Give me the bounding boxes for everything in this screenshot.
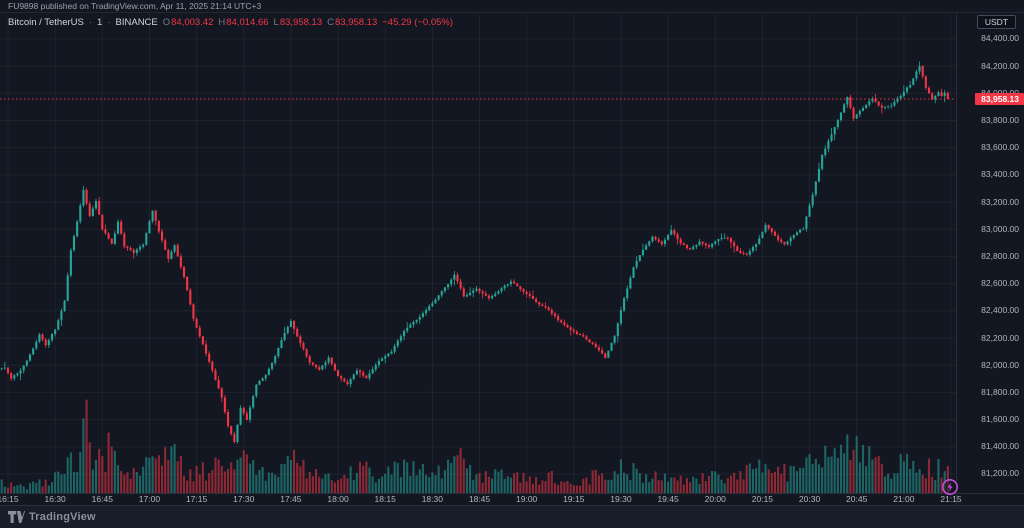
time-tick-label: 19:45 bbox=[657, 494, 678, 505]
ohlc-high: H84,014.66 bbox=[218, 17, 268, 28]
price-tick-label: 82,200.00 bbox=[957, 333, 1024, 344]
time-tick-label: 19:15 bbox=[563, 494, 584, 505]
time-tick-label: 20:00 bbox=[705, 494, 726, 505]
exchange-name[interactable]: BINANCE bbox=[116, 17, 158, 28]
price-tick-label: 81,400.00 bbox=[957, 441, 1024, 452]
price-tick-label: 81,600.00 bbox=[957, 414, 1024, 425]
tradingview-wordmark: TradingView bbox=[29, 511, 96, 523]
ohlc-low: L83,958.13 bbox=[274, 17, 323, 28]
legend-separator: · bbox=[89, 17, 92, 28]
tradingview-logo[interactable]: TradingView bbox=[8, 511, 96, 523]
time-tick-label: 16:15 bbox=[0, 494, 19, 505]
time-tick-label: 18:15 bbox=[375, 494, 396, 505]
time-tick-label: 20:30 bbox=[799, 494, 820, 505]
price-tick-label: 83,200.00 bbox=[957, 197, 1024, 208]
chart-canvas[interactable] bbox=[0, 0, 1024, 505]
tradingview-chart-window: FU9898 published on TradingView.com, Apr… bbox=[0, 0, 1024, 528]
time-tick-label: 16:30 bbox=[45, 494, 66, 505]
time-tick-label: 20:45 bbox=[846, 494, 867, 505]
time-tick-label: 17:30 bbox=[233, 494, 254, 505]
time-tick-label: 20:15 bbox=[752, 494, 773, 505]
price-tick-label: 81,800.00 bbox=[957, 387, 1024, 398]
time-tick-label: 16:45 bbox=[92, 494, 113, 505]
price-tick-label: 82,600.00 bbox=[957, 278, 1024, 289]
time-tick-label: 17:15 bbox=[186, 494, 207, 505]
currency-toggle-button[interactable]: USDT bbox=[977, 15, 1016, 29]
price-tick-label: 83,400.00 bbox=[957, 169, 1024, 180]
price-tick-label: 82,800.00 bbox=[957, 251, 1024, 262]
time-tick-label: 21:15 bbox=[940, 494, 961, 505]
price-axis[interactable]: 84,400.0084,200.0084,000.0083,800.0083,6… bbox=[957, 13, 1024, 505]
time-tick-label: 18:45 bbox=[469, 494, 490, 505]
time-tick-label: 18:00 bbox=[327, 494, 348, 505]
price-tick-label: 84,200.00 bbox=[957, 61, 1024, 72]
time-tick-label: 18:30 bbox=[422, 494, 443, 505]
price-tick-label: 82,400.00 bbox=[957, 305, 1024, 316]
time-tick-label: 21:00 bbox=[893, 494, 914, 505]
price-tick-label: 82,000.00 bbox=[957, 360, 1024, 371]
price-tick-label: 83,600.00 bbox=[957, 142, 1024, 153]
time-axis[interactable]: 16:15 16:30 16:45 17:00 17:15 17:30 17:45 18:00… bbox=[0, 494, 956, 505]
symbol-title[interactable]: Bitcoin / TetherUS bbox=[8, 17, 84, 28]
tradingview-logo-mark bbox=[8, 511, 25, 523]
footer-bar: TradingView bbox=[0, 505, 1024, 528]
time-tick-label: 17:00 bbox=[139, 494, 160, 505]
price-tick-label: 81,200.00 bbox=[957, 468, 1024, 479]
price-tick-label: 83,800.00 bbox=[957, 115, 1024, 126]
interval-value[interactable]: 1 bbox=[97, 17, 102, 28]
ohlc-open: O84,003.42 bbox=[163, 17, 214, 28]
last-price-badge: 83,958.13 bbox=[975, 93, 1024, 105]
price-change: −45.29 (−0.05%) bbox=[382, 17, 453, 28]
price-tick-label: 83,000.00 bbox=[957, 224, 1024, 235]
time-tick-label: 17:45 bbox=[280, 494, 301, 505]
time-tick-label: 19:00 bbox=[516, 494, 537, 505]
legend-separator: · bbox=[107, 17, 110, 28]
price-tick-label: 84,400.00 bbox=[957, 33, 1024, 44]
time-tick-label: 19:30 bbox=[610, 494, 631, 505]
ohlc-close: C83,958.13 bbox=[327, 17, 377, 28]
chart-legend: Bitcoin / TetherUS · 1 · BINANCE O84,003… bbox=[8, 16, 453, 28]
